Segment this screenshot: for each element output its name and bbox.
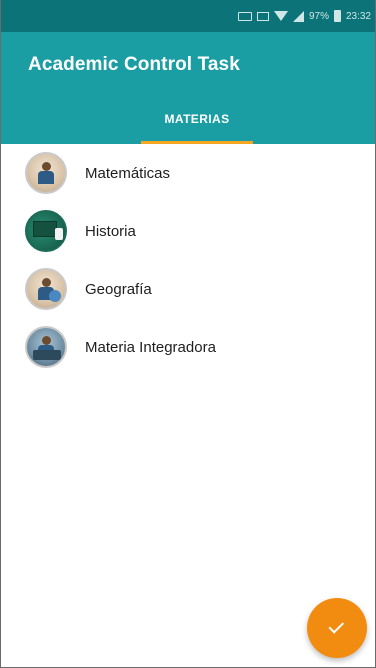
students-at-desk-avatar: [25, 326, 67, 368]
list-item[interactable]: Materia Integradora: [1, 318, 375, 376]
wifi-icon: [273, 11, 288, 21]
sim-card-icon: [237, 11, 252, 21]
list-item[interactable]: Matemáticas: [1, 144, 375, 202]
check-icon: [328, 618, 345, 634]
app-title: Academic Control Task: [28, 54, 240, 75]
subject-name: Matemáticas: [85, 164, 171, 182]
subject-name: Geografía: [85, 280, 152, 298]
status-bar: 97% 23:32: [1, 0, 375, 32]
list-item[interactable]: Geografía: [1, 260, 375, 318]
status-time: 23:32: [345, 10, 371, 22]
subjects-list: Matemáticas Historia Geografía Materia I…: [1, 144, 375, 376]
battery-percentage: 97%: [308, 10, 329, 22]
message-icon: [256, 11, 269, 21]
tab-materias[interactable]: MATERIAS: [141, 112, 253, 126]
battery-icon: [333, 10, 341, 22]
app-window: 97% 23:32 Academic Control Task MATERIAS…: [0, 0, 376, 668]
cell-signal-icon: [292, 10, 304, 22]
confirm-fab-button[interactable]: [307, 598, 367, 658]
app-bar: Academic Control Task MATERIAS: [1, 32, 375, 144]
list-item[interactable]: Historia: [1, 202, 375, 260]
student-with-books-avatar: [25, 268, 67, 310]
subject-name: Historia: [85, 222, 136, 240]
student-with-books-avatar: [25, 152, 67, 194]
chalkboard-avatar: [25, 210, 67, 252]
subject-name: Materia Integradora: [85, 338, 216, 356]
